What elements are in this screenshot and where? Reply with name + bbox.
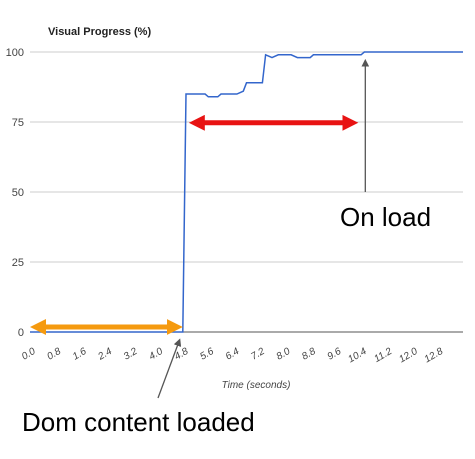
x-tick-label: 10.4	[346, 346, 369, 365]
x-tick-label: 6.4	[224, 346, 242, 363]
on-load-annotation: On load	[340, 202, 431, 232]
y-axis-ticks: 0 25 50 75 100	[6, 47, 24, 339]
x-tick-label: 0.0	[20, 346, 38, 363]
x-tick-label: 0.8	[45, 346, 63, 363]
x-tick-label: 1.6	[71, 346, 89, 363]
x-tick-label: 12.8	[423, 346, 446, 365]
x-tick-label: 7.2	[249, 346, 267, 363]
x-tick-label: 11.2	[372, 346, 394, 365]
x-tick-label: 4.0	[147, 346, 165, 363]
y-tick-label: 100	[6, 47, 24, 59]
x-tick-label: 9.6	[326, 346, 344, 363]
x-axis-label: Time (seconds)	[222, 380, 291, 391]
y-tick-label: 0	[18, 327, 24, 339]
y-tick-label: 50	[12, 187, 24, 199]
y-tick-label: 75	[12, 117, 24, 129]
x-tick-label: 8.0	[275, 346, 293, 363]
x-tick-label: 5.6	[198, 346, 216, 363]
x-tick-label: 8.8	[300, 346, 318, 363]
chart-title: Visual Progress (%)	[48, 26, 151, 38]
progress-chart: Visual Progress (%) 0 25 50 75 100 0.0 0.8 1.6…	[6, 26, 463, 437]
x-axis-ticks: 0.0 0.8 1.6 2.4 3.2 4.0 4.8 5.6 6.4 7.2 8.0 8.8 9.6 1…	[20, 346, 445, 365]
y-tick-label: 25	[12, 257, 24, 269]
dom-content-loaded-annotation: Dom content loaded	[22, 407, 255, 437]
x-tick-label: 3.2	[122, 346, 140, 363]
x-tick-label: 4.8	[173, 346, 191, 363]
x-tick-label: 2.4	[96, 346, 115, 363]
x-tick-label: 12.0	[397, 346, 420, 365]
